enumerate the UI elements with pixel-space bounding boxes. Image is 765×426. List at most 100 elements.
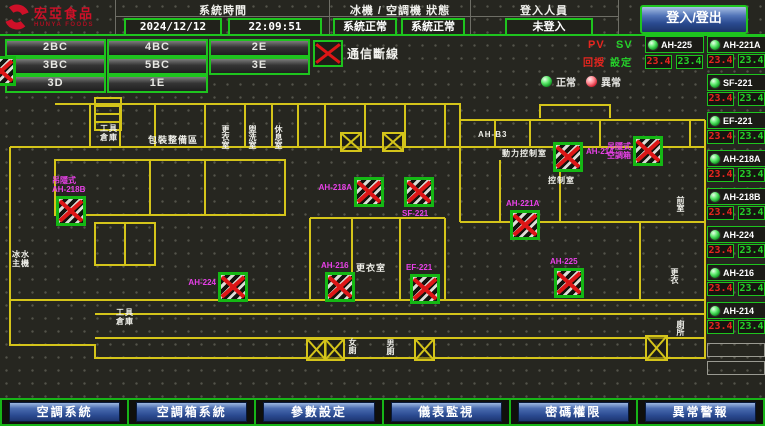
comm-fail-label: 通信斷線 (347, 45, 399, 62)
unit-sv-ah-214: 23.4 (738, 320, 765, 334)
status-led-icon (709, 305, 721, 317)
login-user-label: 登入人員 (472, 2, 616, 18)
nav-ahu-system-button[interactable]: 空調箱系統 (136, 402, 247, 422)
logo-mark-icon (4, 4, 30, 30)
stair-icon (340, 132, 362, 152)
unit-label-ah-225[interactable]: AH-225 (645, 36, 704, 53)
room-label: 更衣室 (221, 125, 230, 149)
ahu-icon-ah-216[interactable] (325, 272, 355, 302)
ahu-icon-吊隱式-空調箱[interactable] (633, 136, 663, 166)
status-led-icon (709, 153, 721, 165)
nav-alarm-button[interactable]: 異常警報 (645, 402, 756, 422)
status-led-icon (709, 77, 721, 89)
ahu-icon-ah-218a[interactable] (354, 177, 384, 207)
unit-label-ah-218b[interactable]: AH-218B (707, 188, 765, 205)
unit-sv-ah-225: 23.4 (676, 55, 703, 69)
ac-status-value: 系統正常 (401, 18, 465, 36)
normal-legend: 正常 (540, 73, 576, 91)
floor-button-4bc[interactable]: 4BC (107, 39, 208, 57)
room-label: 更衣 (670, 268, 679, 284)
unit-pv-ah-225: 23.4 (645, 55, 672, 69)
room-label: 動力控制室 (502, 149, 547, 158)
system-time-label: 系統時間 (118, 2, 328, 18)
room-label: 冰水 主機 (12, 250, 30, 268)
unit-sv-ef-221: 23.4 (738, 130, 765, 144)
unit-sv-ah-216: 23.4 (738, 282, 765, 296)
nav-password-auth-button[interactable]: 密碼權限 (518, 402, 629, 422)
ahu-icon-吊隱式-ah-218b[interactable] (56, 196, 86, 226)
room-label: AH-B3 (478, 130, 507, 139)
unit-label-ah-216[interactable]: AH-216 (707, 264, 765, 281)
pv-name-label: 回授 (583, 54, 605, 69)
stair-icon (414, 338, 435, 361)
ahu-icon-ah-225[interactable] (554, 268, 584, 298)
ahu-tag-label: AH-225 (550, 257, 578, 266)
logo-title: 宏亞食品 (34, 7, 94, 20)
floor-button-1e[interactable]: 1E (107, 75, 208, 93)
floor-button-3d[interactable]: 3D (5, 75, 106, 93)
unit-sv-ah-221a: 23.4 (738, 54, 765, 68)
room-label: 前室 (676, 196, 685, 212)
room-label: 休息室 (274, 125, 283, 149)
empty-unit-slot (707, 361, 765, 375)
ahu-icon-partial[interactable] (0, 56, 16, 86)
unit-label-ah-221a[interactable]: AH-221A (707, 36, 765, 53)
login-status-value: 未登入 (505, 18, 593, 36)
machine-status-label: 冰機 / 空調機 狀態 (332, 2, 468, 18)
floor-button-2e[interactable]: 2E (209, 39, 310, 57)
room-label: 控制室 (548, 176, 575, 185)
abnormal-legend: 異常 (585, 73, 621, 91)
header-divider (115, 0, 116, 34)
ahu-tag-label: AH-221A (506, 199, 539, 208)
room-label: 包裝整備區 (148, 136, 198, 145)
unit-pv-ah-224: 23.4 (707, 244, 734, 258)
company-logo: 宏亞食品 HUNYA FOODS (4, 2, 112, 32)
unit-label-ef-221[interactable]: EF-221 (707, 112, 765, 129)
status-led-icon (709, 115, 721, 127)
ahu-icon-sf-221[interactable] (404, 177, 434, 207)
room-label: 更衣室 (356, 264, 386, 273)
ahu-icon-ef-221[interactable] (410, 274, 440, 304)
normal-led-icon (540, 75, 553, 88)
chiller-status-value: 系統正常 (333, 18, 397, 36)
comm-fail-icon (313, 40, 343, 67)
unit-sv-ah-218a: 23.4 (738, 168, 765, 182)
unit-label-ah-214[interactable]: AH-214 (707, 302, 765, 319)
unit-label-ah-224[interactable]: AH-224 (707, 226, 765, 243)
room-label: 廁所 (676, 320, 685, 336)
unit-pv-ef-221: 23.4 (707, 130, 734, 144)
ahu-icon-ah-214[interactable] (553, 142, 583, 172)
unit-pv-ah-218b: 23.4 (707, 206, 734, 220)
ahu-icon-ah-221a[interactable] (510, 210, 540, 240)
abnormal-led-icon (585, 75, 598, 88)
stair-icon (645, 335, 668, 361)
floor-button-3e[interactable]: 3E (209, 57, 310, 75)
ahu-tag-label: EF-221 (406, 263, 432, 272)
ahu-icon-ah-224[interactable] (218, 272, 248, 302)
floor-button-2bc[interactable]: 2BC (5, 39, 106, 57)
status-led-icon (709, 39, 721, 51)
unit-label-sf-221[interactable]: SF-221 (707, 74, 765, 91)
logo-subtitle: HUNYA FOODS (34, 22, 94, 28)
room-label: 男廁 (386, 339, 395, 355)
room-label: 工具 倉庫 (100, 124, 118, 142)
ahu-tag-label: SF-221 (402, 209, 428, 218)
unit-sv-ah-224: 23.4 (738, 244, 765, 258)
floor-button-5bc[interactable]: 5BC (107, 57, 208, 75)
header-divider (470, 0, 471, 34)
floor-button-3bc[interactable]: 3BC (5, 57, 106, 75)
unit-sv-sf-221: 23.4 (738, 92, 765, 106)
login-logout-button[interactable]: 登入/登出 (640, 5, 748, 34)
nav-meter-monitor-button[interactable]: 儀表監視 (391, 402, 502, 422)
stair-icon (382, 132, 404, 152)
bottom-nav-bar: 空調系統 空調箱系統 參數設定 儀表監視 密碼權限 異常警報 (0, 398, 765, 426)
unit-sv-ah-218b: 23.4 (738, 206, 765, 220)
room-label: 女廁 (348, 338, 357, 354)
nav-ac-system-button[interactable]: 空調系統 (9, 402, 120, 422)
ahu-tag-label: 吊隱式 空調箱 (593, 142, 631, 160)
status-led-icon (647, 39, 659, 51)
unit-label-ah-218a[interactable]: AH-218A (707, 150, 765, 167)
header-divider (618, 0, 619, 34)
room-label: 盥洗室 (248, 125, 257, 149)
nav-parameter-set-button[interactable]: 參數設定 (263, 402, 374, 422)
